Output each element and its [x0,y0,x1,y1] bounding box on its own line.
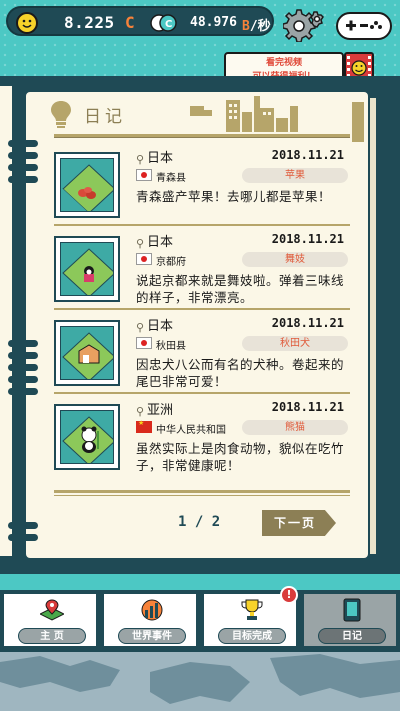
entry-date: 2018.11.21 [271,316,344,330]
location-pin-icon: ⚲ [136,405,145,418]
page-stack-edge [370,98,378,554]
entry-description: 因忠犬八公而有名的犬种。卷起来的尾巴非常可爱！ [136,357,345,389]
entry-region: 日本 [147,151,174,166]
location-pin-icon: ⚲ [136,153,145,166]
tab-diary[interactable]: 日记 [302,592,398,648]
map-pin-icon [40,599,64,621]
currency-pill: 8.225 C C 48.976 B/秒 [6,6,274,36]
header-divider [54,134,350,138]
diary-entry[interactable]: ⚲ 日本 2018.11.21 秋田县 秋田犬 因忠犬八公而有名的犬种。卷起来的… [54,316,350,396]
entry-thumbnail [54,236,120,302]
tab-label: 世界事件 [118,628,186,644]
entry-tag: 秋田犬 [242,336,348,351]
lightbulb-icon [51,101,71,128]
diary-entry[interactable]: ⚲ 日本 2018.11.21 京都府 舞妓 说起京都来就是舞妓啦。弹着三味线的… [54,232,350,312]
entry-tag: 熊猫 [242,420,348,435]
binder-rings [8,0,38,600]
japan-flag-icon [136,253,152,265]
binder-ring [8,164,38,171]
entry-thumbnail [54,320,120,386]
china-flag-icon [136,419,152,433]
pager-divider [54,490,350,493]
binder-ring [8,364,38,371]
entry-place: 秋田县 [156,341,186,352]
entry-place: 京都府 [156,257,186,268]
binder-ring [8,388,38,395]
entry-body: ⚲ 日本 2018.11.21 青森县 苹果 青森盛产苹果！去哪儿都是苹果！ [136,148,350,205]
settings-gear-icon[interactable] [283,8,325,42]
world-map-icon [0,654,400,704]
diary-header: 日记 [50,96,360,136]
pager-divider-thin [54,495,350,496]
bottom-tab-bar: 主 页 世界事件 目标完成 日记 [0,590,400,652]
world-map-background [0,652,400,711]
location-pin-icon: ⚲ [136,237,145,250]
binder-ring [8,176,38,183]
binder-ring [8,534,38,541]
maiko-icon [62,248,113,295]
rate-per-label: /秒 [249,19,271,34]
entry-tag: 舞妓 [242,252,348,267]
chart-icon [141,599,163,621]
binder-ring [8,352,38,359]
entry-divider [54,308,350,310]
video-banner-line1: 看完视频 [265,58,302,68]
entry-region: 日本 [147,235,174,250]
entry-place: 中华人民共和国 [156,425,226,436]
gamepad-button[interactable] [336,12,392,40]
tab-world-events[interactable]: 世界事件 [102,592,198,648]
tab-label: 目标完成 [218,628,286,644]
income-rate-value: 48.976 [190,15,237,30]
entry-description: 说起京都来就是舞妓啦。弹着三味线的样子，非常漂亮。 [136,273,345,305]
apple-icon [61,164,113,211]
trophy-icon [241,599,263,620]
binder-ring [8,376,38,383]
japan-flag-icon [136,169,152,181]
goals-alert-badge: ! [280,586,298,604]
entry-thumbnail [54,404,120,470]
binder-ring [8,522,38,529]
entry-date: 2018.11.21 [271,400,344,414]
panda-icon [62,416,113,463]
city-skyline-icon [190,96,298,132]
income-rate-unit: B/秒 [242,15,271,34]
diary-entry[interactable]: ⚲ 亚洲 2018.11.21 中华人民共和国 熊猫 虽然实际上是肉食动物，貌似… [54,400,350,480]
next-page-button[interactable]: 下一页 [262,510,336,536]
diary-title: 日记 [84,107,126,127]
entry-date: 2018.11.21 [271,148,344,162]
gamepad-icon [346,20,382,31]
entry-date: 2018.11.21 [271,232,344,246]
entry-description: 青森盛产苹果！去哪儿都是苹果！ [136,189,332,204]
binder-ring [8,340,38,347]
entry-divider [54,392,350,394]
tab-label: 主 页 [18,628,86,644]
rate-unit-letter: B [242,19,250,34]
entry-body: ⚲ 日本 2018.11.21 京都府 舞妓 说起京都来就是舞妓啦。弹着三味线的… [136,232,350,306]
entry-tag: 苹果 [242,168,348,183]
entry-region: 日本 [147,319,174,334]
page-indicator: 1 / 2 [178,514,221,530]
coin-stack-icon: C [150,14,177,32]
cash-unit: C [125,13,135,32]
entry-divider [54,224,350,226]
binder-ring [8,140,38,147]
entry-place: 青森县 [156,173,186,184]
entry-body: ⚲ 亚洲 2018.11.21 中华人民共和国 熊猫 虽然实际上是肉食动物，貌似… [136,400,350,474]
cash-value: 8.225 [64,13,115,32]
japan-flag-icon [136,337,152,349]
entry-thumbnail [54,152,120,218]
notebook-icon [343,598,361,622]
tab-home[interactable]: 主 页 [2,592,98,648]
entry-region: 亚洲 [147,403,174,418]
diary-entry[interactable]: ⚲ 日本 2018.11.21 青森县 苹果 青森盛产苹果！去哪儿都是苹果！ [54,148,350,228]
entry-body: ⚲ 日本 2018.11.21 秋田县 秋田犬 因忠犬八公而有名的犬种。卷起来的… [136,316,350,390]
binder-ring [8,152,38,159]
top-bar: 8.225 C C 48.976 B/秒 [0,0,400,44]
akita-dog-icon [62,332,113,379]
tab-label: 日记 [318,628,386,644]
entry-description: 虽然实际上是肉食动物，貌似在吃竹子，非常健康呢！ [136,441,345,473]
location-pin-icon: ⚲ [136,321,145,334]
svg-text:C: C [165,19,172,30]
